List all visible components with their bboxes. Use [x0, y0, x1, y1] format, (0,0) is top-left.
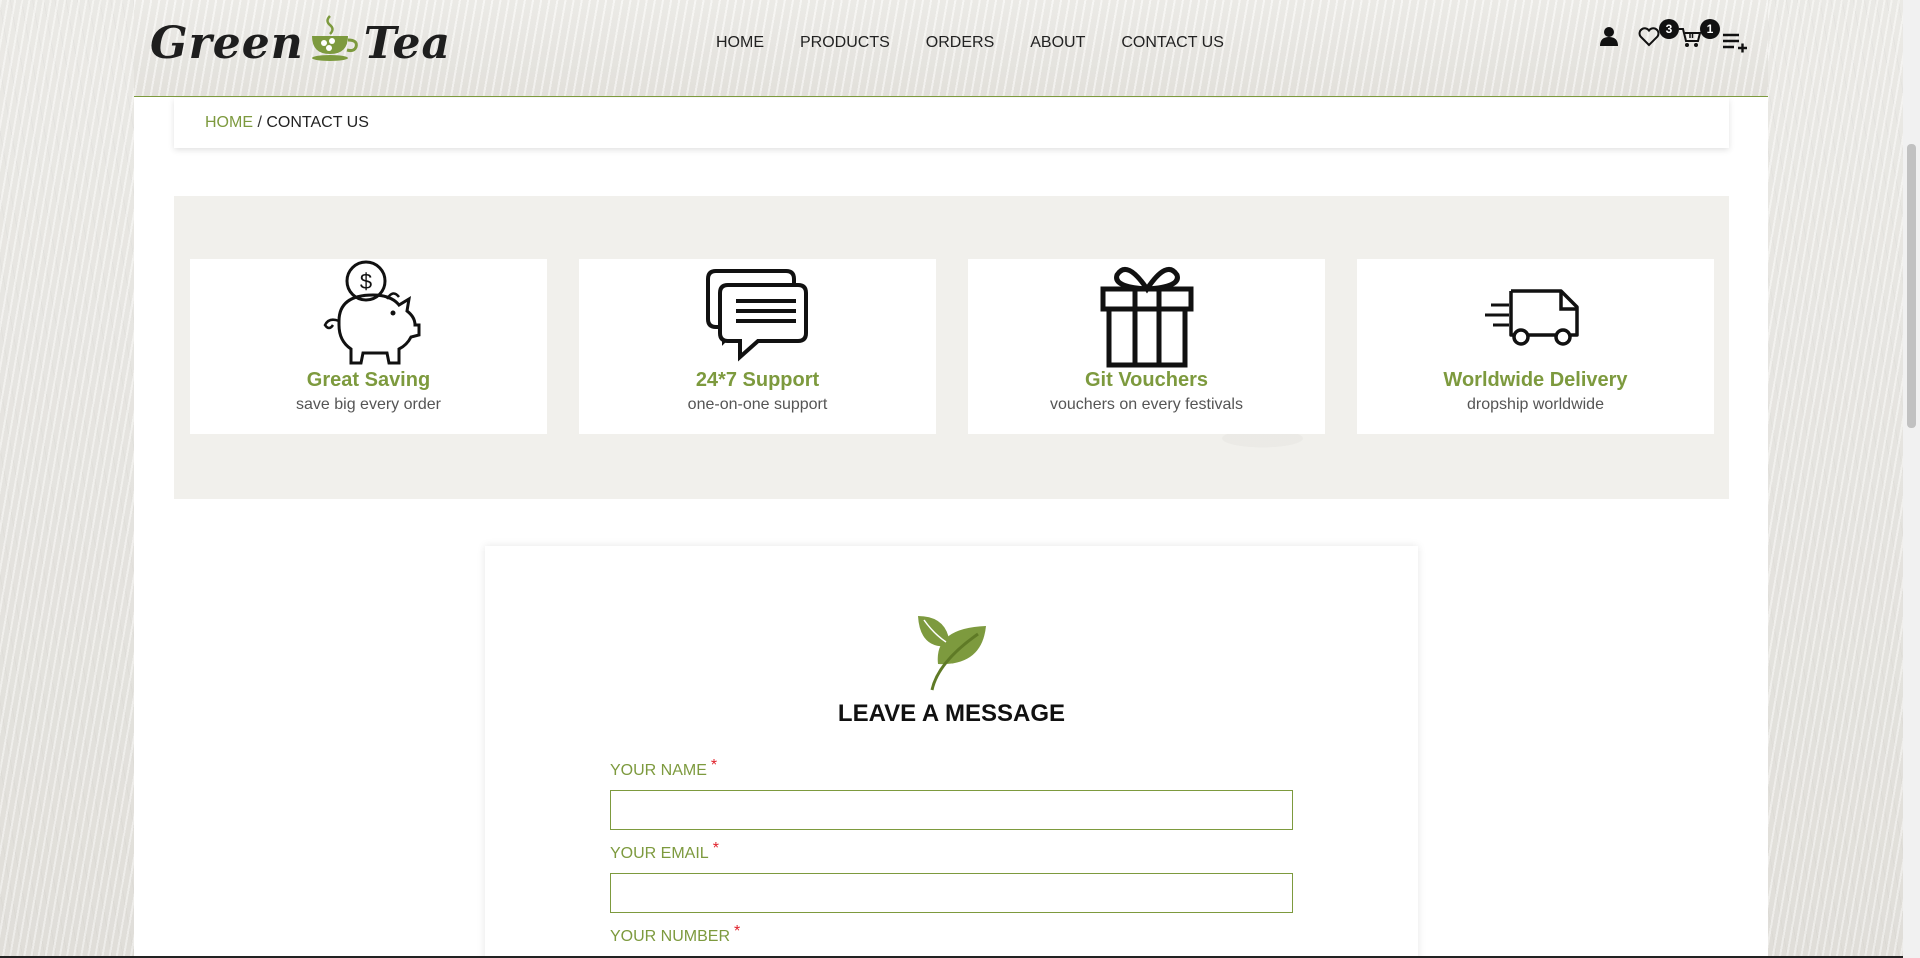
- logo-word-tea: Tea: [363, 17, 451, 69]
- user-icon[interactable]: [1598, 26, 1620, 53]
- page-scrollbar[interactable]: [1903, 0, 1920, 958]
- name-label-text: YOUR NAME: [610, 762, 707, 779]
- nav-contact-us[interactable]: CONTACT US: [1121, 30, 1224, 56]
- feature-subtitle: dropship worldwide: [1467, 396, 1604, 413]
- leaf-icon: [918, 616, 986, 691]
- form-title: LEAVE A MESSAGE: [837, 700, 1066, 727]
- wishlist-count-badge: 3: [1659, 19, 1679, 39]
- required-mark: *: [734, 923, 741, 940]
- feature-subtitle: vouchers on every festivals: [1050, 396, 1243, 413]
- nav-orders[interactable]: ORDERS: [926, 30, 994, 56]
- gift-icon: [1100, 266, 1193, 368]
- main-nav: HOME PRODUCTS ORDERS ABOUT CONTACT US: [716, 30, 1224, 56]
- email-label-text: YOUR EMAIL: [610, 845, 709, 862]
- piggy-bank-icon: $: [323, 260, 420, 365]
- nav-home[interactable]: HOME: [716, 30, 764, 56]
- cart-count-badge: 1: [1700, 19, 1720, 39]
- number-label-text: YOUR NUMBER: [610, 928, 731, 945]
- feature-title: 24*7 Support: [695, 369, 820, 391]
- required-mark: *: [712, 840, 719, 857]
- feature-subtitle: save big every order: [296, 396, 441, 413]
- feature-subtitle: one-on-one support: [687, 396, 828, 413]
- feature-title: Great Saving: [306, 369, 431, 391]
- list-plus-icon[interactable]: [1722, 32, 1748, 59]
- breadcrumb-separator: /: [257, 114, 262, 131]
- features-band: $ Great Saving save big every order 24*7…: [174, 196, 1729, 499]
- svg-text:$: $: [359, 269, 371, 294]
- scrollbar-thumb[interactable]: [1907, 144, 1916, 428]
- breadcrumb: HOME / CONTACT US: [174, 98, 1729, 148]
- heart-icon[interactable]: [1638, 27, 1660, 52]
- chat-bubbles-icon: [705, 269, 808, 362]
- logo-word-green: Green: [150, 17, 304, 69]
- name-label: YOUR NAME *: [610, 757, 717, 780]
- feature-card-support: 24*7 Support one-on-one support: [579, 259, 936, 434]
- delivery-truck-icon: [1484, 289, 1579, 346]
- required-mark: *: [710, 757, 718, 774]
- feature-card-vouchers: Git Vouchers vouchers on every festivals: [968, 259, 1325, 434]
- email-label: YOUR EMAIL *: [610, 840, 719, 863]
- email-field[interactable]: [610, 873, 1293, 913]
- nav-about[interactable]: ABOUT: [1030, 30, 1085, 56]
- feature-card-delivery: Worldwide Delivery dropship worldwide: [1357, 259, 1714, 434]
- tea-cup-icon: [308, 12, 360, 75]
- feature-title: Git Vouchers: [1085, 369, 1208, 391]
- number-label: YOUR NUMBER *: [610, 923, 740, 946]
- cart-icon[interactable]: [1678, 27, 1702, 54]
- feature-card-saving: $ Great Saving save big every order: [190, 259, 547, 434]
- breadcrumb-home-link[interactable]: HOME: [205, 114, 253, 131]
- breadcrumb-current: CONTACT US: [266, 114, 369, 131]
- name-field[interactable]: [610, 790, 1293, 830]
- site-logo[interactable]: Green Tea: [150, 10, 450, 76]
- nav-products[interactable]: PRODUCTS: [800, 30, 890, 56]
- feature-title: Worldwide Delivery: [1443, 369, 1628, 391]
- contact-form-card: LEAVE A MESSAGE YOUR NAME * YOUR EMAIL * Y…: [485, 546, 1418, 958]
